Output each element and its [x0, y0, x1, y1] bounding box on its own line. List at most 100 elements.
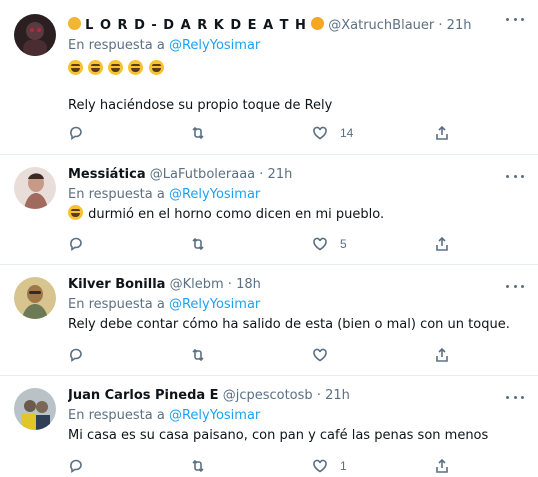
like-button[interactable] — [312, 346, 340, 364]
reply-mention-link[interactable]: @RelyYosimar — [169, 408, 260, 423]
tweet[interactable]: Messiática @LaFutboleraaa · 21h En respu… — [0, 155, 538, 265]
avatar-image — [14, 277, 56, 319]
avatar[interactable] — [14, 277, 56, 319]
more-options-icon[interactable] — [506, 14, 524, 24]
display-name[interactable]: Juan Carlos Pineda E — [68, 388, 219, 403]
reply-context: En respuesta a @RelyYosimar — [68, 185, 524, 205]
tweet-emoji-line — [68, 60, 524, 80]
timestamp[interactable]: 21h — [447, 18, 472, 33]
display-name[interactable]: Kilver Bonilla — [68, 277, 165, 292]
tweet-header: Messiática @LaFutboleraaa · 21h — [68, 165, 524, 185]
retweet-button[interactable] — [190, 124, 206, 142]
heart-icon — [313, 126, 327, 140]
display-name[interactable]: L O R D - D A R K D E A T H — [85, 18, 307, 33]
share-icon — [436, 125, 448, 140]
reply-context: En respuesta a @RelyYosimar — [68, 36, 524, 56]
tweet-text: durmió en el horno como dicen en mi pueb… — [88, 207, 385, 222]
user-handle[interactable]: @Klebm — [170, 277, 224, 292]
tweet-header: Juan Carlos Pineda E @jcpescotosb · 21h — [68, 386, 524, 406]
tweet-actions: 5 — [68, 235, 458, 253]
tweet-actions — [68, 346, 458, 364]
like-count: 5 — [340, 237, 347, 251]
reply-mention-link[interactable]: @RelyYosimar — [169, 297, 260, 312]
like-button[interactable]: 14 — [312, 124, 353, 142]
rofl-emoji-icon — [88, 60, 104, 75]
rofl-emoji-icon — [108, 60, 124, 75]
reply-button[interactable] — [68, 235, 84, 253]
share-button[interactable] — [434, 235, 450, 253]
timestamp[interactable]: 21h — [268, 167, 293, 182]
separator-dot: · — [438, 18, 443, 33]
face-screaming-emoji-icon — [311, 17, 325, 30]
tweet-header: Kilver Bonilla @Klebm · 18h — [68, 275, 524, 295]
rofl-emoji-icon — [68, 60, 83, 75]
skull-emoji-icon — [68, 17, 81, 30]
reply-context: En respuesta a @RelyYosimar — [68, 295, 524, 315]
reply-mention-link[interactable]: @RelyYosimar — [169, 38, 260, 53]
timestamp[interactable]: 21h — [325, 388, 350, 403]
share-button[interactable] — [434, 124, 450, 142]
share-icon — [436, 458, 448, 473]
user-handle[interactable]: @LaFutboleraaa — [150, 167, 255, 182]
reply-context: En respuesta a @RelyYosimar — [68, 406, 524, 426]
more-options-icon[interactable] — [506, 171, 524, 181]
share-button[interactable] — [434, 346, 450, 364]
tweet[interactable]: Kilver Bonilla @Klebm · 18h En respuesta… — [0, 265, 538, 376]
reply-icon — [70, 348, 82, 363]
user-handle[interactable]: @jcpescotosb — [223, 388, 313, 403]
reply-prefix: En respuesta a — [68, 38, 165, 53]
retweet-icon — [192, 237, 204, 251]
more-options-icon[interactable] — [506, 392, 524, 402]
like-count: 1 — [340, 459, 347, 473]
user-handle[interactable]: @XatruchBlauer — [328, 18, 434, 33]
reply-icon — [70, 126, 82, 141]
avatar-image — [14, 167, 56, 209]
retweet-icon — [192, 348, 204, 362]
tweet[interactable]: L O R D - D A R K D E A T H @XatruchBlau… — [0, 0, 538, 155]
heart-icon — [313, 237, 327, 251]
display-name[interactable]: Messiática — [68, 167, 146, 182]
avatar[interactable] — [14, 14, 56, 56]
separator-dot: · — [259, 167, 264, 182]
like-button[interactable]: 5 — [312, 235, 347, 253]
avatar-image — [14, 14, 56, 56]
share-icon — [436, 236, 448, 251]
reply-prefix: En respuesta a — [68, 408, 165, 423]
reply-button[interactable] — [68, 124, 84, 142]
retweet-icon — [192, 459, 204, 473]
tweet-actions: 14 — [68, 124, 458, 142]
retweet-button[interactable] — [190, 235, 206, 253]
separator-dot: · — [227, 277, 232, 292]
avatar-image — [14, 388, 56, 430]
reply-prefix: En respuesta a — [68, 297, 165, 312]
rofl-emoji-icon — [128, 60, 144, 75]
share-icon — [436, 347, 448, 362]
retweet-icon — [192, 126, 204, 140]
tweet-text: Rely haciéndose su propio toque de Rely — [68, 98, 333, 113]
timestamp[interactable]: 18h — [236, 277, 261, 292]
reply-button[interactable] — [68, 457, 84, 475]
reply-feed: L O R D - D A R K D E A T H @XatruchBlau… — [0, 0, 538, 477]
like-button[interactable]: 1 — [312, 457, 347, 475]
tweet-header: L O R D - D A R K D E A T H @XatruchBlau… — [68, 16, 524, 36]
tweet-text: Rely debe contar cómo ha salido de esta … — [68, 317, 510, 332]
heart-icon — [313, 459, 327, 473]
heart-icon — [313, 348, 327, 362]
reply-button[interactable] — [68, 346, 84, 364]
separator-dot: · — [316, 388, 321, 403]
reply-mention-link[interactable]: @RelyYosimar — [169, 187, 260, 202]
tweet-text: Mi casa es su casa paisano, con pan y ca… — [68, 428, 489, 443]
rofl-emoji-icon — [148, 60, 164, 75]
tweet[interactable]: Juan Carlos Pineda E @jcpescotosb · 21h … — [0, 376, 538, 477]
share-button[interactable] — [434, 457, 450, 475]
retweet-button[interactable] — [190, 457, 206, 475]
more-options-icon[interactable] — [506, 281, 524, 291]
avatar[interactable] — [14, 167, 56, 209]
avatar[interactable] — [14, 388, 56, 430]
retweet-button[interactable] — [190, 346, 206, 364]
like-count: 14 — [340, 126, 354, 140]
reply-prefix: En respuesta a — [68, 187, 165, 202]
reply-icon — [70, 459, 82, 474]
tweet-text-line: durmió en el horno como dicen en mi pueb… — [68, 205, 524, 225]
rofl-emoji-icon — [68, 205, 83, 220]
